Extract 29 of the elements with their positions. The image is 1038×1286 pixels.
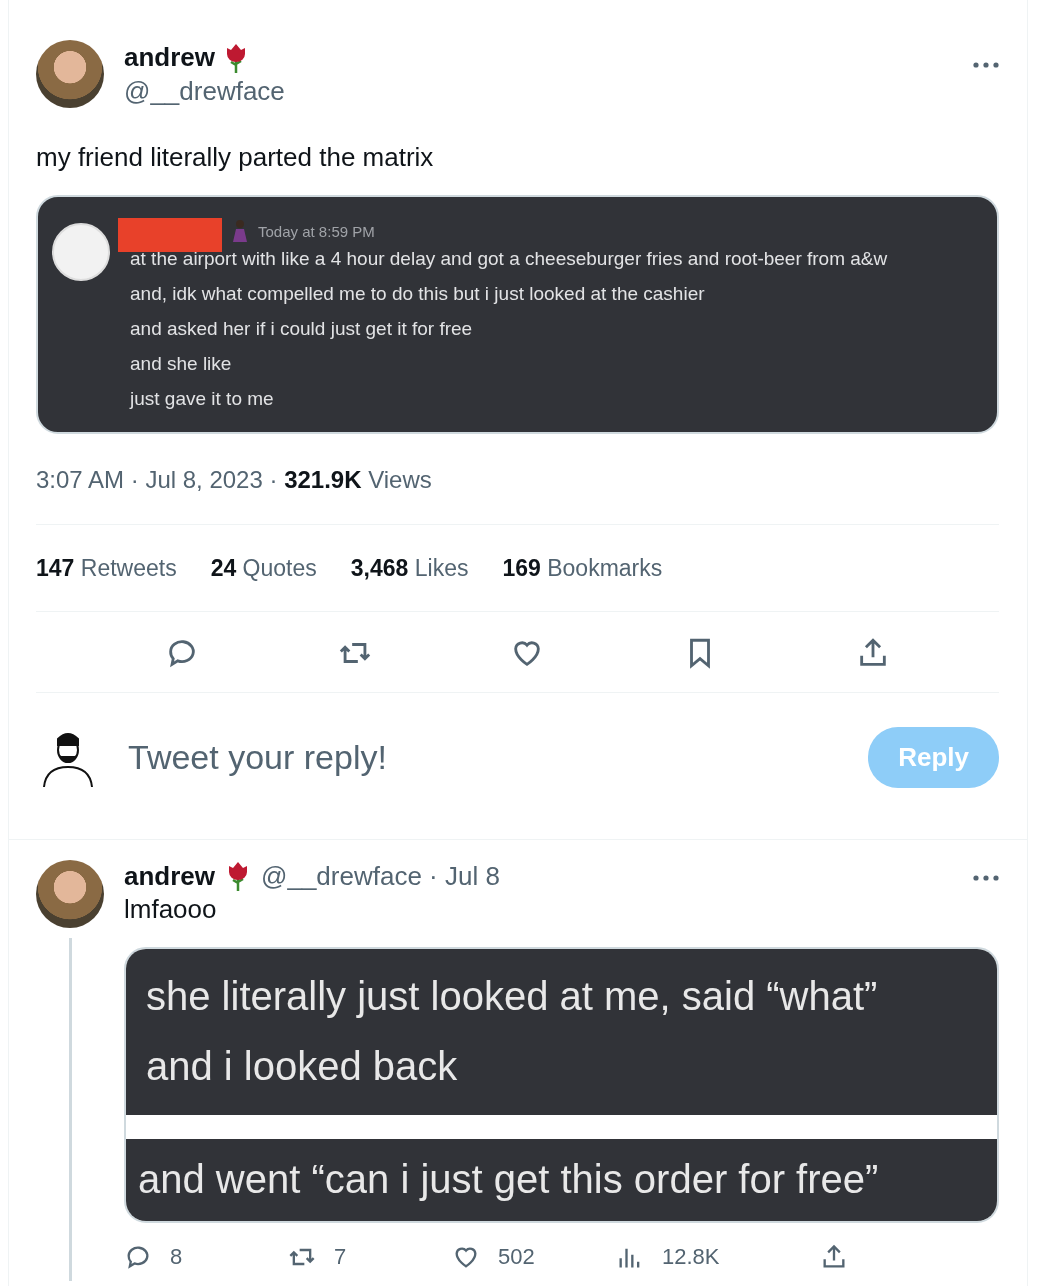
action-count: 502	[498, 1244, 535, 1270]
tweet-text: my friend literally parted the matrix	[36, 142, 435, 173]
stat-link[interactable]: 24 Quotes	[210, 555, 317, 582]
figure-icon	[230, 219, 250, 243]
message-line: and, idk what compelled me to do this but i just looked at the cashier	[130, 282, 706, 306]
message-time: Today at 8:59 PM	[258, 222, 375, 240]
message-line: at the airport with like a 4 hour delay and got a cheeseburger fries and root-beer from a&w	[130, 247, 888, 271]
more-icon[interactable]	[973, 875, 999, 881]
tweet-meta: 3:07 AM · Jul 8, 2023 · 321.9K Views	[36, 466, 433, 494]
reply-text: lmfaooo	[124, 894, 218, 925]
message-line: and she like	[130, 352, 233, 376]
display-name[interactable]: andrew	[124, 860, 216, 892]
user-handle[interactable]: @__drewface	[124, 75, 953, 107]
display-name[interactable]: andrew	[124, 42, 216, 73]
message-line: and asked her if i could just get it for free	[130, 317, 474, 341]
action-count: 8	[170, 1244, 183, 1270]
screenshot-line: she literally just looked at me, said “what”	[146, 973, 879, 1020]
chat-avatar	[52, 223, 110, 281]
stat-link[interactable]: 169 Bookmarks	[502, 555, 663, 582]
rose-icon	[227, 860, 250, 892]
action-count: 12.8K	[662, 1244, 720, 1270]
user-handle[interactable]: @__drewface · Jul 8	[261, 860, 500, 892]
action-count: 7	[334, 1244, 347, 1270]
message-line: just gave it to me	[130, 387, 275, 411]
screenshot-line: and i looked back	[146, 1043, 459, 1090]
more-icon[interactable]	[973, 62, 999, 68]
screenshot-line: and went “can i just get this order for free”	[138, 1156, 880, 1203]
stat-link[interactable]: 147 Retweets	[36, 555, 177, 582]
stat-link[interactable]: 3,468 Likes	[350, 555, 469, 582]
